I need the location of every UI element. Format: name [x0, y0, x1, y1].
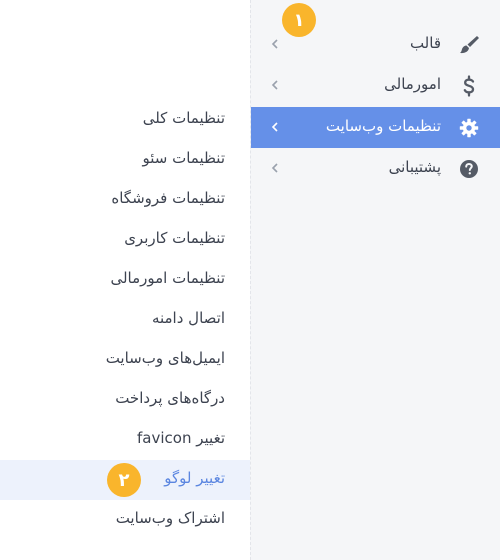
main-sidebar: قالب امورمالی [250, 0, 500, 560]
submenu-item-label: تنظیمات کاربری [124, 229, 225, 247]
submenu-item-domain[interactable]: اتصال دامنه [0, 300, 250, 340]
submenu-item-label: ایمیل‌های وب‌سایت [105, 349, 225, 367]
submenu-item-label: تنظیمات سئو [142, 149, 225, 167]
sidebar-item-label: امورمالی [384, 75, 441, 93]
sidebar-item-label: پشتیبانی [388, 158, 441, 176]
chevron-left-icon [269, 75, 281, 95]
submenu-item-finance[interactable]: تنظیمات امورمالی [0, 260, 250, 300]
submenu-item-label: اتصال دامنه [151, 309, 225, 327]
submenu-item-store[interactable]: تنظیمات فروشگاه [0, 180, 250, 220]
chevron-left-icon [269, 34, 281, 54]
sidebar-item-finance[interactable]: امورمالی [251, 65, 500, 106]
question-circle-icon [458, 158, 480, 180]
submenu-item-label: تنظیمات کلی [142, 109, 225, 127]
submenu-item-favicon[interactable]: تغییر favicon [0, 420, 250, 460]
settings-submenu: تنظیمات کلی تنظیمات سئو تنظیمات فروشگاه … [0, 100, 250, 540]
submenu-item-label: تنظیمات امورمالی [110, 269, 225, 287]
step-badge-1: ۱ [282, 3, 316, 37]
chevron-left-icon [269, 158, 281, 178]
submenu-item-subscription[interactable]: اشتراک وب‌سایت [0, 500, 250, 540]
submenu-item-label: درگاه‌های پرداخت [115, 389, 225, 407]
submenu-item-general[interactable]: تنظیمات کلی [0, 100, 250, 140]
submenu-item-label: تغییر favicon [137, 429, 225, 447]
submenu-item-label: اشتراک وب‌سایت [115, 509, 225, 527]
submenu-item-payment-gateways[interactable]: درگاه‌های پرداخت [0, 380, 250, 420]
sidebar-item-website-settings[interactable]: تنظیمات وب‌سایت ۱ [251, 3, 500, 148]
submenu-item-label: تنظیمات فروشگاه [111, 189, 225, 207]
dollar-icon [458, 75, 480, 97]
gear-icon [458, 117, 480, 139]
chevron-left-icon [269, 117, 281, 137]
submenu-item-seo[interactable]: تنظیمات سئو [0, 140, 250, 180]
submenu-item-user[interactable]: تنظیمات کاربری [0, 220, 250, 260]
sidebar-item-label: تنظیمات وب‌سایت [325, 117, 441, 135]
sidebar-item-label: قالب [409, 34, 441, 52]
submenu-item-emails[interactable]: ایمیل‌های وب‌سایت [0, 340, 250, 380]
submenu-item-label: تغییر لوگو [164, 469, 225, 487]
step-badge-2: ۲ [107, 463, 141, 497]
brush-icon [458, 34, 480, 56]
sidebar-item-support[interactable]: پشتیبانی [251, 148, 500, 189]
submenu-item-logo[interactable]: تغییر لوگو ۲ [0, 460, 250, 500]
